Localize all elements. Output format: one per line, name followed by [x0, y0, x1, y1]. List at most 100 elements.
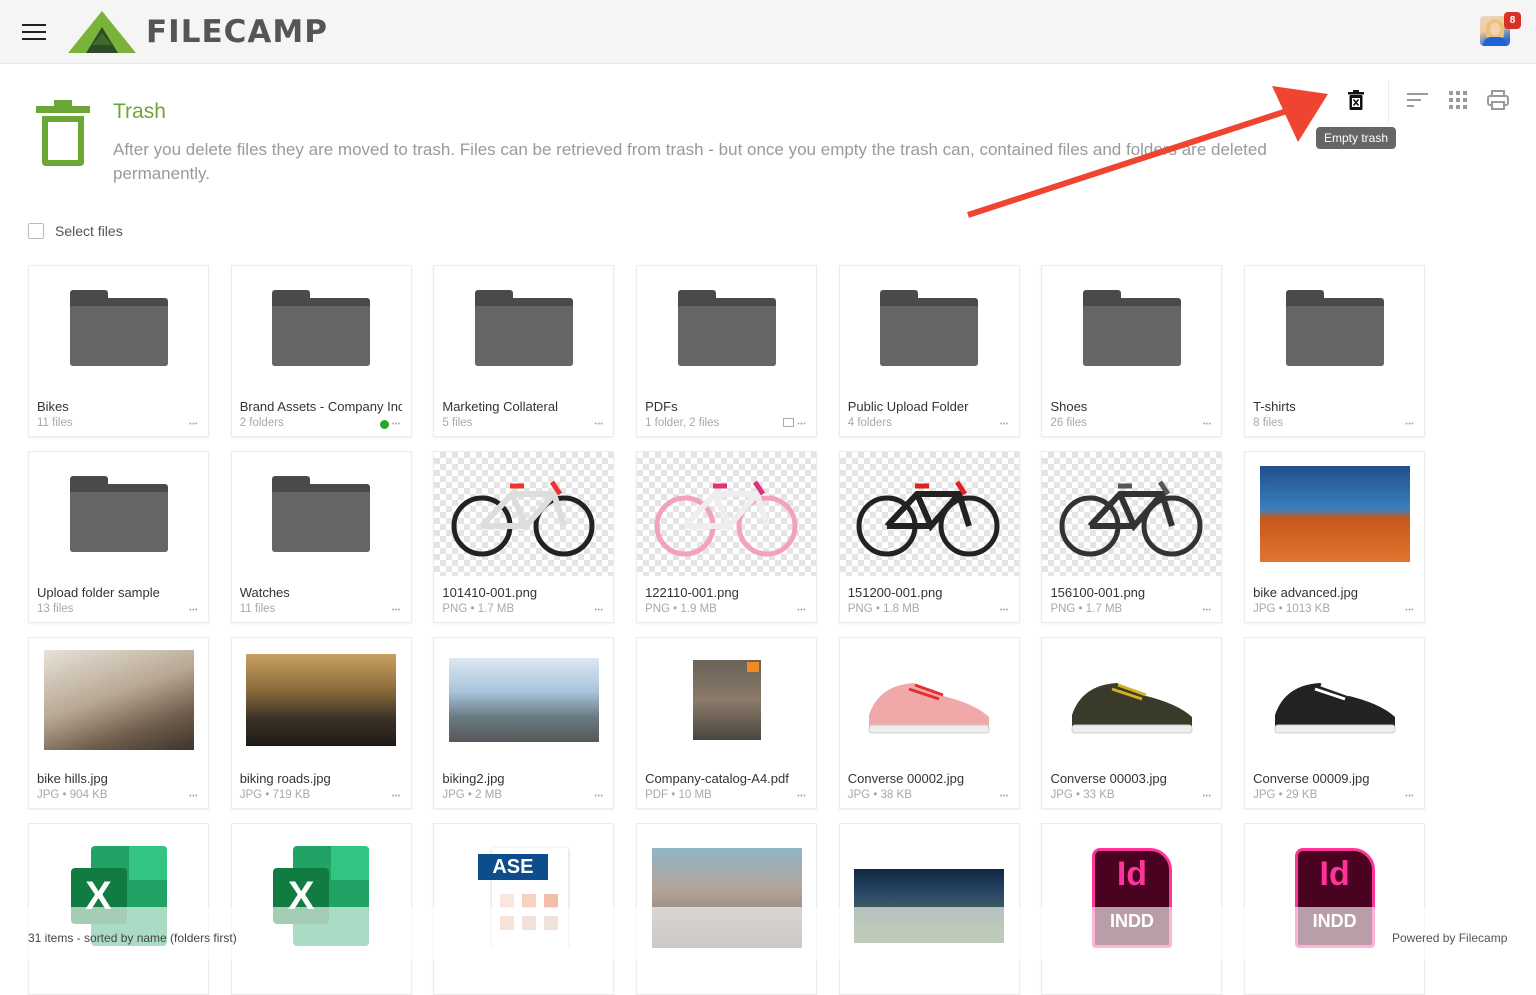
page-title: Trash [113, 100, 166, 123]
item-meta: 13 files [37, 603, 74, 615]
file-card[interactable]: 101410-001.png PNG • 1.7 MB ••• [433, 451, 615, 623]
item-name: Upload folder sample [37, 585, 160, 600]
file-card[interactable]: 151200-001.png PNG • 1.8 MB ••• [838, 451, 1020, 623]
empty-trash-icon [1348, 90, 1364, 110]
file-card[interactable]: biking roads.jpg JPG • 719 KB ••• [230, 637, 412, 809]
file-card[interactable]: Id INDD [1244, 823, 1426, 995]
folder-icon [69, 476, 168, 552]
folder-card[interactable]: Upload folder sample 13 files ••• [28, 451, 209, 623]
more-options-icon[interactable]: ••• [1405, 793, 1414, 800]
file-card[interactable]: X [230, 823, 412, 995]
photo [651, 848, 802, 948]
file-card[interactable]: Id INDD [1041, 823, 1223, 995]
file-card[interactable]: bike hills.jpg JPG • 904 KB ••• [28, 637, 209, 809]
file-card[interactable]: Converse 00002.jpg JPG • 38 KB ••• [838, 637, 1020, 809]
filecamp-logo[interactable]: FILECAMP [68, 10, 328, 54]
file-card[interactable]: Converse 00009.jpg JPG • 29 KB ••• [1244, 637, 1426, 809]
more-options-icon[interactable]: ••• [797, 793, 806, 800]
file-card[interactable]: 122110-001.png PNG • 1.9 MB ••• [636, 451, 818, 623]
more-options-icon[interactable]: ••• [392, 421, 401, 428]
file-card[interactable] [636, 823, 818, 995]
folder-card[interactable]: Brand Assets - Company Inc 2 folders ••• [230, 265, 412, 437]
sort-icon [1407, 93, 1428, 107]
folder-card[interactable]: Watches 11 files ••• [230, 451, 412, 623]
more-options-icon[interactable]: ••• [1203, 421, 1212, 428]
item-name: 101410-001.png [442, 585, 538, 600]
more-options-icon[interactable]: ••• [392, 607, 401, 614]
more-options-icon[interactable]: ••• [189, 607, 198, 614]
more-options-icon[interactable]: ••• [189, 793, 198, 800]
file-card[interactable]: bike advanced.jpg JPG • 1013 KB ••• [1244, 451, 1426, 623]
more-options-icon[interactable]: ••• [595, 793, 604, 800]
folder-card[interactable]: Shoes 26 files ••• [1041, 265, 1223, 437]
more-options-icon[interactable]: ••• [392, 793, 401, 800]
empty-trash-tooltip: Empty trash [1316, 127, 1397, 149]
excel-thumbnail: X [29, 824, 208, 948]
sort-button[interactable] [1404, 86, 1432, 114]
more-options-icon[interactable]: ••• [595, 421, 604, 428]
items-summary: 31 items - sorted by name (folders first… [28, 931, 237, 945]
item-meta: 11 files [239, 603, 276, 615]
page-description: After you delete files they are moved to… [113, 140, 1267, 183]
more-options-icon[interactable]: ••• [1000, 607, 1009, 614]
more-options-icon[interactable]: ••• [1405, 421, 1414, 428]
menu-icon[interactable] [22, 24, 46, 40]
item-meta: 2 folders [239, 417, 284, 429]
notification-badge[interactable]: 8 [1504, 12, 1521, 29]
file-card[interactable]: 156100-001.png PNG • 1.7 MB ••• [1041, 451, 1223, 623]
item-name: Marketing Collateral [442, 399, 558, 414]
item-meta: 1 folder, 2 files [645, 417, 720, 429]
image-thumbnail [839, 452, 1019, 576]
more-options-icon[interactable]: ••• [189, 421, 198, 428]
file-card[interactable] [838, 823, 1020, 995]
folder-icon [1285, 290, 1384, 366]
excel-thumbnail: X [232, 824, 411, 948]
more-options-icon[interactable]: ••• [1203, 793, 1212, 800]
more-options-icon[interactable]: ••• [1405, 607, 1414, 614]
item-name: biking2.jpg [442, 771, 505, 786]
shoe-image [1274, 683, 1396, 734]
more-options-icon[interactable]: ••• [1203, 607, 1212, 614]
ase-icon: ASE [477, 848, 570, 948]
powered-by-link[interactable]: Powered by Filecamp [1392, 931, 1507, 945]
folder-thumbnail [29, 452, 208, 576]
folder-card[interactable]: T-shirts 8 files ••• [1244, 265, 1426, 437]
more-options-icon[interactable]: ••• [1000, 793, 1009, 800]
print-icon [1487, 90, 1509, 110]
more-options-icon[interactable]: ••• [797, 607, 806, 614]
print-button[interactable] [1484, 86, 1512, 114]
more-options-icon[interactable]: ••• [797, 421, 806, 428]
image-thumbnail [840, 824, 1019, 948]
empty-trash-button[interactable] [1342, 86, 1370, 114]
select-files-toggle[interactable]: Select files [28, 223, 123, 239]
folder-thumbnail [232, 452, 411, 576]
comment-icon[interactable] [783, 418, 795, 427]
item-name: Converse 00009.jpg [1253, 771, 1370, 786]
file-card[interactable]: Converse 00003.jpg JPG • 33 KB ••• [1041, 637, 1223, 809]
item-name: Brand Assets - Company Inc [239, 399, 402, 414]
item-meta: JPG • 904 KB [37, 789, 108, 801]
select-files-checkbox[interactable] [28, 223, 44, 239]
folder-card[interactable]: Bikes 11 files ••• [28, 265, 209, 437]
folder-card[interactable]: PDFs 1 folder, 2 files ••• [636, 265, 818, 437]
file-card[interactable]: biking2.jpg JPG • 2 MB ••• [433, 637, 615, 809]
folder-card[interactable]: Public Upload Folder 4 folders ••• [838, 265, 1020, 437]
more-options-icon[interactable]: ••• [1000, 421, 1009, 428]
file-card[interactable]: X [28, 823, 209, 995]
item-name: PDFs [645, 399, 678, 414]
item-meta: 4 folders [847, 417, 892, 429]
more-options-icon[interactable]: ••• [595, 607, 604, 614]
item-meta: PNG • 1.9 MB [645, 603, 717, 615]
item-meta: 8 files [1253, 417, 1284, 429]
item-name: Watches [239, 585, 290, 600]
grid-view-button[interactable] [1444, 86, 1472, 114]
online-status-icon [379, 420, 389, 429]
file-grid: Bikes 11 files ••• Brand Assets - Company I… [28, 265, 1426, 995]
item-name: Company-catalog-A4.pdf [645, 771, 789, 786]
image-thumbnail [1245, 452, 1424, 576]
folder-icon [69, 290, 168, 366]
file-card[interactable]: ASE [433, 823, 615, 995]
photo [43, 650, 194, 750]
file-card[interactable]: Company-catalog-A4.pdf PDF • 10 MB ••• [636, 637, 818, 809]
folder-card[interactable]: Marketing Collateral 5 files ••• [433, 265, 615, 437]
